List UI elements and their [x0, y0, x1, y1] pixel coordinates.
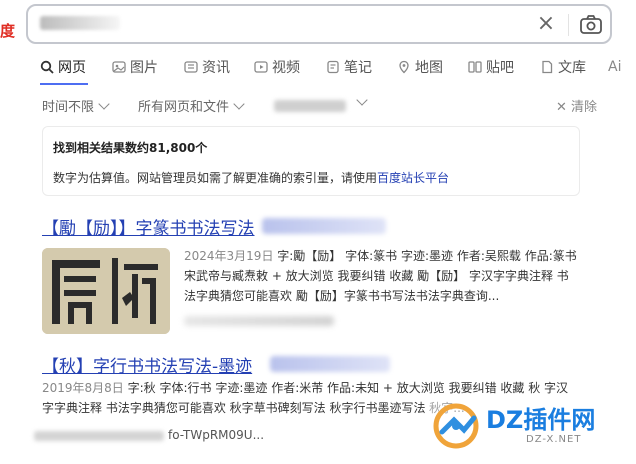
- result-count-notice: 找到相关结果数约81,800个 数字为估算值。网站管理员如需了解更准确的索引量，…: [42, 126, 580, 196]
- note-text: 数字为估算值。网站管理员如需了解更准确的索引量，请使用: [53, 171, 378, 185]
- tab-news[interactable]: 资讯: [184, 56, 230, 78]
- snippet-line: 字:秋 字体:行书 字迹:墨迹 作者:米芾 作品:未知 + 放大浏览 我要纠错 …: [123, 381, 569, 395]
- snippet-line: 宋武帝与臧焘敕 + 放大浏览 我要纠错 收藏 勵【励】 字汉字字典注释 书: [184, 269, 569, 283]
- result-count-note: 数字为估算值。网站管理员如需了解更准确的索引量，请使用百度站长平台: [53, 169, 449, 186]
- calligraphy-image: [42, 248, 170, 334]
- blurred-url: [34, 430, 164, 441]
- result-snippet: 2024年3月19日 字:勵【励】 字体:篆书 字迹:墨迹 作者:吴熙载 作品:…: [184, 246, 598, 306]
- watermark-domain: DZ-X.NET: [526, 434, 582, 445]
- blurred-source: [184, 316, 334, 326]
- blurred-title-tail: [270, 356, 390, 372]
- result-thumbnail[interactable]: [42, 248, 170, 334]
- url-fragment: fo-TWpRM09U...: [168, 428, 265, 442]
- result-date: 2019年8月8日: [42, 381, 124, 395]
- site-filter[interactable]: [274, 100, 346, 112]
- result-date: 2024年3月19日: [184, 249, 274, 263]
- search-icon: [40, 60, 54, 74]
- tab-map[interactable]: 地图: [397, 56, 443, 78]
- result-title-link[interactable]: 【秋】字行书书法写法-墨迹: [42, 352, 252, 377]
- chevron-down-icon: [98, 98, 110, 110]
- logo-fragment[interactable]: 度: [0, 20, 15, 41]
- tab-tieba[interactable]: 贴吧: [468, 56, 514, 78]
- snippet-line: 法字典猜您可能喜欢 勵【励】字篆书书写法书法字典查询...: [184, 289, 500, 303]
- clear-icon[interactable]: ×: [536, 13, 556, 35]
- tab-wenku[interactable]: 文库: [540, 56, 586, 78]
- clear-filters-button[interactable]: ✕ 清除: [556, 96, 597, 115]
- doc-icon: [542, 60, 553, 74]
- tab-web[interactable]: 网页: [40, 56, 86, 78]
- search-box[interactable]: ×: [26, 4, 612, 44]
- scope-filter-label: 所有网页和文件: [138, 100, 230, 115]
- tab-notes[interactable]: 笔记: [326, 56, 372, 78]
- result-title-link[interactable]: 【勵【励】】字篆书书法写法: [42, 214, 255, 239]
- chevron-down-icon: [356, 94, 368, 106]
- snippet-line: 字:勵【励】 字体:篆书 字迹:墨迹 作者:吴熙载 作品:篆书: [273, 249, 577, 263]
- time-filter[interactable]: 时间不限: [42, 96, 110, 115]
- time-filter-label: 时间不限: [42, 100, 95, 115]
- search-divider: [568, 14, 569, 36]
- blurred-title-tail: [262, 218, 386, 234]
- map-icon: [399, 60, 409, 74]
- ai-label: Ai: [608, 59, 622, 75]
- tab-images[interactable]: 图片: [112, 56, 158, 78]
- scope-filter[interactable]: 所有网页和文件: [138, 96, 245, 115]
- active-tab-indicator: [40, 83, 88, 85]
- camera-icon[interactable]: [578, 12, 604, 36]
- news-icon: [184, 61, 198, 73]
- tab-label: 视频: [272, 60, 300, 76]
- tab-label: 贴吧: [486, 60, 514, 76]
- clear-filters-label: 清除: [571, 100, 598, 115]
- search-input[interactable]: [40, 16, 120, 30]
- tab-ai[interactable]: Ai: [608, 56, 621, 78]
- site-filter-caret[interactable]: [352, 94, 368, 111]
- video-icon: [254, 61, 268, 73]
- result-count: 找到相关结果数约81,800个: [53, 141, 208, 155]
- close-icon: ✕: [556, 100, 572, 115]
- chevron-down-icon: [233, 98, 245, 110]
- tab-label: 地图: [415, 60, 443, 76]
- webmaster-platform-link[interactable]: 百度站长平台: [377, 171, 449, 185]
- result-url[interactable]: fo-TWpRM09U...: [34, 428, 264, 442]
- tab-label: 笔记: [344, 60, 372, 76]
- tab-video[interactable]: 视频: [254, 56, 300, 78]
- image-icon: [112, 61, 126, 73]
- tab-label: 网页: [58, 60, 86, 76]
- tab-label: 文库: [558, 60, 586, 76]
- tab-label: 资讯: [202, 60, 230, 76]
- tab-label: 图片: [130, 60, 158, 76]
- tieba-icon: [468, 61, 482, 73]
- watermark: DZ插件网 DZ-X.NET: [430, 398, 636, 454]
- note-icon: [327, 60, 339, 74]
- watermark-brand: DZ插件网: [486, 406, 596, 434]
